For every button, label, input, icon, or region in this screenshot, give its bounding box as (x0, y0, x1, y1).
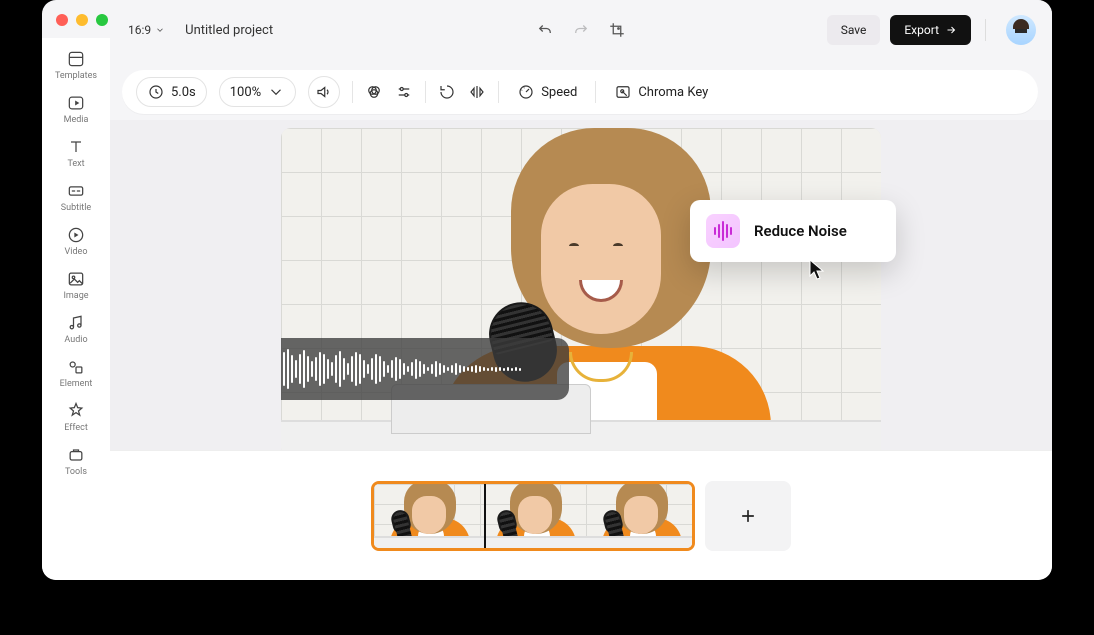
video-icon (66, 225, 86, 245)
topbar-center-controls (536, 21, 626, 39)
divider (498, 81, 499, 103)
sidebar-item-label: Image (63, 291, 88, 301)
top-bar: 16:9 Untitled project Save Export (110, 0, 1052, 60)
divider (985, 19, 986, 41)
color-filter-button[interactable] (365, 83, 383, 101)
save-button[interactable]: Save (827, 15, 881, 45)
speed-icon (517, 83, 535, 101)
clip-thumbnail (374, 484, 480, 548)
duration-value: 5.0s (171, 85, 196, 100)
chroma-key-label: Chroma Key (638, 85, 708, 100)
close-window-button[interactable] (56, 14, 68, 26)
sidebar-item-templates[interactable]: Templates (48, 44, 104, 86)
chroma-key-icon (614, 83, 632, 101)
chevron-down-icon (155, 25, 165, 35)
timeline (110, 450, 1052, 580)
sidebar-item-tools[interactable]: Tools (48, 440, 104, 482)
rotate-button[interactable] (438, 83, 456, 101)
sidebar-item-label: Subtitle (61, 203, 91, 213)
sidebar-item-label: Templates (55, 71, 97, 81)
sidebar-item-audio[interactable]: Audio (48, 308, 104, 350)
redo-button[interactable] (572, 21, 590, 39)
zoom-value: 100% (230, 85, 261, 100)
arrow-right-icon (945, 24, 957, 36)
divider (352, 81, 353, 103)
sidebar-item-image[interactable]: Image (48, 264, 104, 306)
sidebar-item-text[interactable]: Text (48, 132, 104, 174)
add-clip-button[interactable] (705, 481, 791, 551)
cursor-icon (808, 258, 828, 280)
video-preview[interactable] (281, 128, 881, 458)
undo-button[interactable] (536, 21, 554, 39)
plus-icon (738, 506, 758, 526)
flip-button[interactable] (468, 83, 486, 101)
sidebar-item-effect[interactable]: Effect (48, 396, 104, 438)
sidebar-item-label: Element (60, 379, 93, 389)
divider (595, 81, 596, 103)
image-icon (66, 269, 86, 289)
canvas-area (110, 120, 1052, 450)
crop-button[interactable] (608, 21, 626, 39)
media-icon (66, 93, 86, 113)
user-avatar[interactable] (1006, 15, 1036, 45)
sidebar-item-label: Effect (64, 423, 88, 433)
sidebar-item-video[interactable]: Video (48, 220, 104, 262)
clock-icon (147, 83, 165, 101)
sidebar-item-subtitle[interactable]: Subtitle (48, 176, 104, 218)
chroma-key-button[interactable]: Chroma Key (608, 79, 714, 105)
reduce-noise-label: Reduce Noise (754, 222, 847, 240)
volume-button[interactable] (308, 76, 340, 108)
clip-thumbnail (480, 484, 586, 548)
aspect-ratio-value: 16:9 (128, 23, 151, 37)
element-icon (66, 357, 86, 377)
playhead[interactable] (484, 481, 486, 551)
speed-button[interactable]: Speed (511, 79, 583, 105)
fullscreen-window-button[interactable] (96, 14, 108, 26)
sidebar-item-element[interactable]: Element (48, 352, 104, 394)
sidebar-item-label: Video (65, 247, 88, 257)
text-icon (66, 137, 86, 157)
sidebar-item-media[interactable]: Media (48, 88, 104, 130)
reduce-noise-card[interactable]: Reduce Noise (690, 200, 896, 262)
clip-thumbnail (586, 484, 692, 548)
app-window: Templates Media Text Subtitle Video Imag… (42, 0, 1052, 580)
speaker-icon (315, 83, 333, 101)
sidebar-item-label: Tools (65, 467, 87, 477)
export-label: Export (904, 23, 939, 37)
tools-icon (66, 445, 86, 465)
audio-waveform-overlay (281, 338, 569, 400)
sidebar-item-label: Media (64, 115, 89, 125)
sidebar-item-label: Text (67, 159, 84, 169)
aspect-ratio-select[interactable]: 16:9 (122, 19, 171, 41)
window-controls (56, 14, 108, 26)
adjust-button[interactable] (395, 83, 413, 101)
editor-toolbar: 5.0s 100% Speed Chroma Key (122, 70, 1038, 114)
speed-label: Speed (541, 85, 577, 100)
templates-icon (66, 49, 86, 69)
chevron-down-icon (267, 83, 285, 101)
waveform-icon (706, 214, 740, 248)
topbar-right: Save Export (827, 15, 1036, 45)
audio-icon (66, 313, 86, 333)
divider (425, 81, 426, 103)
zoom-control[interactable]: 100% (219, 77, 296, 107)
duration-control[interactable]: 5.0s (136, 77, 207, 107)
subtitle-icon (66, 181, 86, 201)
minimize-window-button[interactable] (76, 14, 88, 26)
sidebar-item-label: Audio (64, 335, 87, 345)
left-sidebar: Templates Media Text Subtitle Video Imag… (42, 38, 110, 580)
video-clip[interactable] (371, 481, 695, 551)
export-button[interactable]: Export (890, 15, 971, 45)
effect-icon (66, 401, 86, 421)
project-title[interactable]: Untitled project (185, 23, 273, 38)
save-label: Save (841, 23, 867, 37)
